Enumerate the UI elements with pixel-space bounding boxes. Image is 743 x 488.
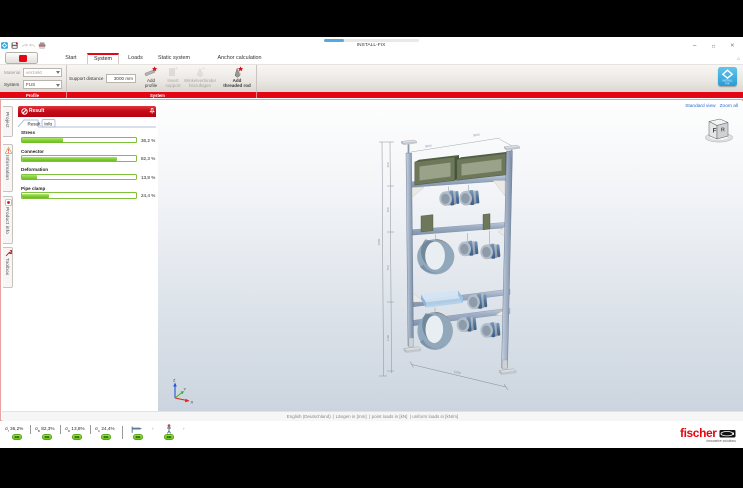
svg-text:Info: Info (44, 121, 52, 127)
svg-text:450: 450 (386, 207, 390, 212)
svg-text:350: 350 (386, 162, 390, 167)
svg-text:innovative solutions: innovative solutions (706, 439, 736, 443)
svg-text:Z: Z (173, 378, 176, 383)
svg-text:X: X (191, 400, 194, 405)
svg-text:F: F (713, 129, 717, 135)
svg-text:Result: Result (28, 121, 42, 126)
svg-text:R: R (721, 127, 725, 133)
svg-text:2800: 2800 (377, 238, 381, 245)
svg-text:750: 750 (386, 265, 390, 270)
svg-text:FIX: FIX (725, 81, 729, 85)
svg-text:3000: 3000 (473, 133, 480, 138)
svg-text:3000: 3000 (425, 144, 432, 149)
svg-text:1100: 1100 (386, 334, 390, 341)
svg-text:Y: Y (184, 387, 187, 392)
